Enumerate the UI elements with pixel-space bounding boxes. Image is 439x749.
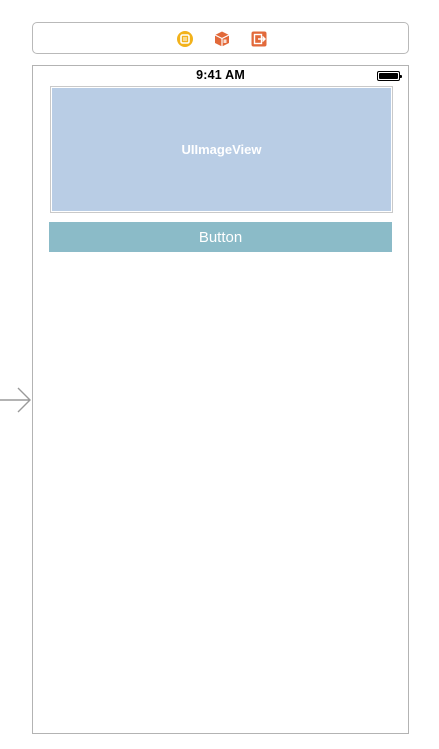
arrow-right-icon[interactable] — [0, 384, 32, 416]
view-controller-icon[interactable] — [176, 30, 194, 48]
button[interactable]: Button — [49, 222, 392, 252]
scene-dock — [32, 22, 409, 54]
exit-icon[interactable] — [250, 30, 268, 48]
status-time: 9:41 AM — [196, 68, 245, 82]
first-responder-icon[interactable] — [213, 30, 231, 48]
image-view-label: UIImageView — [181, 142, 262, 157]
battery-icon — [377, 71, 402, 81]
device-canvas: 9:41 AM UIImageView Button — [32, 65, 409, 734]
image-view[interactable]: UIImageView — [50, 86, 393, 213]
status-bar: 9:41 AM — [33, 66, 408, 86]
battery-fill — [379, 73, 398, 79]
